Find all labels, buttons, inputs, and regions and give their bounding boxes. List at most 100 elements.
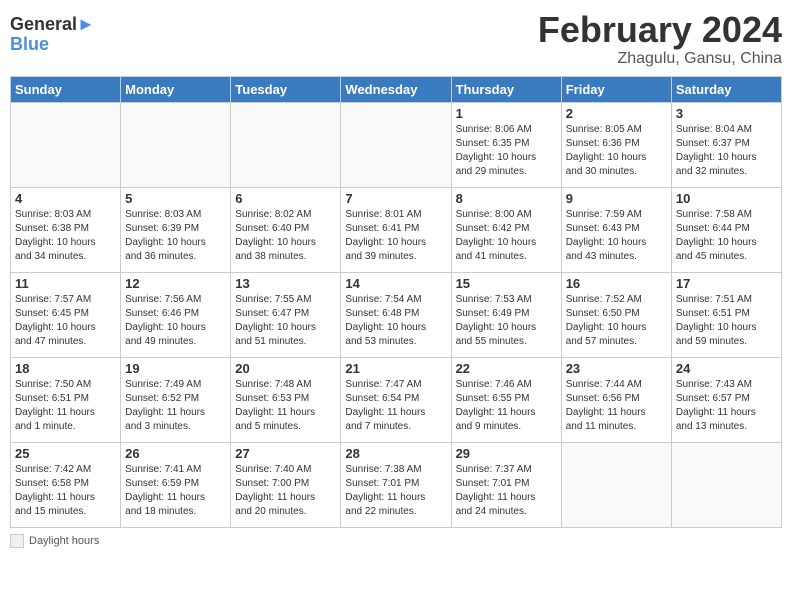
day-info: Sunrise: 7:57 AM Sunset: 6:45 PM Dayligh… <box>15 293 116 349</box>
day-info: Sunrise: 7:50 AM Sunset: 6:51 PM Dayligh… <box>15 378 116 434</box>
day-number: 25 <box>15 446 116 461</box>
calendar-cell: 2Sunrise: 8:05 AM Sunset: 6:36 PM Daylig… <box>561 102 671 187</box>
calendar-cell <box>121 102 231 187</box>
calendar-cell: 13Sunrise: 7:55 AM Sunset: 6:47 PM Dayli… <box>231 272 341 357</box>
calendar-cell: 15 Sunrise: 7:53 AM Sunset: 6:49 PM Dayli… <box>451 272 561 357</box>
logo-subtext: Blue <box>10 35 95 55</box>
calendar-cell: 20Sunrise: 7:48 AM Sunset: 6:53 PM Dayli… <box>231 357 341 442</box>
day-number: 12 <box>125 276 226 291</box>
calendar-cell: 19Sunrise: 7:49 AM Sunset: 6:52 PM Dayli… <box>121 357 231 442</box>
calendar-cell: 10 Sunrise: 7:58 AM Sunset: 6:44 PM Dayli… <box>671 187 781 272</box>
day-of-week-header: Thursday <box>451 76 561 102</box>
day-number: 1 <box>456 106 557 121</box>
day-info: Sunrise: 7:52 AM Sunset: 6:50 PM Dayligh… <box>566 293 667 349</box>
day-info: Sunrise: 8:00 AM Sunset: 6:42 PM Dayligh… <box>456 208 557 264</box>
calendar-cell: 14 Sunrise: 7:54 AM Sunset: 6:48 PM Dayli… <box>341 272 451 357</box>
calendar-cell: 23 Sunrise: 7:44 AM Sunset: 6:56 PM Dayli… <box>561 357 671 442</box>
day-number: 21 <box>345 361 446 376</box>
day-info: Sunrise: 7:37 AM Sunset: 7:01 PM Dayligh… <box>456 463 557 519</box>
day-info: Sunrise: 8:04 AM Sunset: 6:37 PM Dayligh… <box>676 123 777 179</box>
calendar-cell: 27 Sunrise: 7:40 AM Sunset: 7:00 PM Dayli… <box>231 442 341 527</box>
day-info: Sunrise: 8:06 AM Sunset: 6:35 PM Dayligh… <box>456 123 557 179</box>
day-of-week-header: Sunday <box>11 76 121 102</box>
calendar-cell: 1 Sunrise: 8:06 AM Sunset: 6:35 PM Daylig… <box>451 102 561 187</box>
day-number: 27 <box>235 446 336 461</box>
legend: Daylight hours <box>10 534 782 548</box>
day-number: 29 <box>456 446 557 461</box>
month-title: February 2024 <box>538 10 782 50</box>
day-info: Sunrise: 7:41 AM Sunset: 6:59 PM Dayligh… <box>125 463 226 519</box>
day-info: Sunrise: 7:43 AM Sunset: 6:57 PM Dayligh… <box>676 378 777 434</box>
calendar-cell: 3 Sunrise: 8:04 AM Sunset: 6:37 PM Daylig… <box>671 102 781 187</box>
calendar-cell <box>671 442 781 527</box>
day-info: Sunrise: 8:03 AM Sunset: 6:39 PM Dayligh… <box>125 208 226 264</box>
legend-label: Daylight hours <box>29 535 99 547</box>
day-number: 4 <box>15 191 116 206</box>
day-info: Sunrise: 8:02 AM Sunset: 6:40 PM Dayligh… <box>235 208 336 264</box>
day-info: Sunrise: 7:53 AM Sunset: 6:49 PM Dayligh… <box>456 293 557 349</box>
calendar-cell: 24 Sunrise: 7:43 AM Sunset: 6:57 PM Dayli… <box>671 357 781 442</box>
logo-text: General► <box>10 15 95 35</box>
day-info: Sunrise: 7:51 AM Sunset: 6:51 PM Dayligh… <box>676 293 777 349</box>
legend-box <box>10 534 24 548</box>
day-number: 17 <box>676 276 777 291</box>
location: Zhagulu, Gansu, China <box>538 50 782 68</box>
day-number: 16 <box>566 276 667 291</box>
title-block: February 2024 Zhagulu, Gansu, China <box>538 10 782 68</box>
day-info: Sunrise: 7:55 AM Sunset: 6:47 PM Dayligh… <box>235 293 336 349</box>
day-number: 6 <box>235 191 336 206</box>
calendar-cell: 18 Sunrise: 7:50 AM Sunset: 6:51 PM Dayli… <box>11 357 121 442</box>
day-info: Sunrise: 7:58 AM Sunset: 6:44 PM Dayligh… <box>676 208 777 264</box>
calendar-cell: 29 Sunrise: 7:37 AM Sunset: 7:01 PM Dayli… <box>451 442 561 527</box>
day-info: Sunrise: 7:40 AM Sunset: 7:00 PM Dayligh… <box>235 463 336 519</box>
day-number: 18 <box>15 361 116 376</box>
day-number: 9 <box>566 191 667 206</box>
day-info: Sunrise: 8:01 AM Sunset: 6:41 PM Dayligh… <box>345 208 446 264</box>
calendar-cell: 28 Sunrise: 7:38 AM Sunset: 7:01 PM Dayli… <box>341 442 451 527</box>
calendar-cell <box>11 102 121 187</box>
day-info: Sunrise: 7:38 AM Sunset: 7:01 PM Dayligh… <box>345 463 446 519</box>
day-info: Sunrise: 7:47 AM Sunset: 6:54 PM Dayligh… <box>345 378 446 434</box>
calendar-cell <box>341 102 451 187</box>
day-number: 20 <box>235 361 336 376</box>
logo: General► Blue <box>10 15 95 55</box>
day-number: 7 <box>345 191 446 206</box>
day-number: 23 <box>566 361 667 376</box>
calendar-cell: 25 Sunrise: 7:42 AM Sunset: 6:58 PM Dayli… <box>11 442 121 527</box>
day-info: Sunrise: 8:03 AM Sunset: 6:38 PM Dayligh… <box>15 208 116 264</box>
calendar-cell: 16 Sunrise: 7:52 AM Sunset: 6:50 PM Dayli… <box>561 272 671 357</box>
calendar-cell: 4 Sunrise: 8:03 AM Sunset: 6:38 PM Daylig… <box>11 187 121 272</box>
calendar-cell <box>231 102 341 187</box>
day-of-week-header: Monday <box>121 76 231 102</box>
calendar-table: SundayMondayTuesdayWednesdayThursdayFrid… <box>10 76 782 528</box>
day-number: 28 <box>345 446 446 461</box>
calendar-cell <box>561 442 671 527</box>
calendar-cell: 11 Sunrise: 7:57 AM Sunset: 6:45 PM Dayli… <box>11 272 121 357</box>
day-info: Sunrise: 7:44 AM Sunset: 6:56 PM Dayligh… <box>566 378 667 434</box>
day-info: Sunrise: 7:42 AM Sunset: 6:58 PM Dayligh… <box>15 463 116 519</box>
day-info: Sunrise: 7:46 AM Sunset: 6:55 PM Dayligh… <box>456 378 557 434</box>
calendar-cell: 7 Sunrise: 8:01 AM Sunset: 6:41 PM Daylig… <box>341 187 451 272</box>
day-number: 15 <box>456 276 557 291</box>
day-number: 3 <box>676 106 777 121</box>
day-of-week-header: Wednesday <box>341 76 451 102</box>
page-header: General► Blue February 2024 Zhagulu, Gan… <box>10 10 782 68</box>
calendar-cell: 22 Sunrise: 7:46 AM Sunset: 6:55 PM Dayli… <box>451 357 561 442</box>
day-of-week-header: Saturday <box>671 76 781 102</box>
day-number: 5 <box>125 191 226 206</box>
day-number: 24 <box>676 361 777 376</box>
day-number: 19 <box>125 361 226 376</box>
day-info: Sunrise: 7:54 AM Sunset: 6:48 PM Dayligh… <box>345 293 446 349</box>
day-number: 10 <box>676 191 777 206</box>
calendar-cell: 21 Sunrise: 7:47 AM Sunset: 6:54 PM Dayli… <box>341 357 451 442</box>
calendar-cell: 17 Sunrise: 7:51 AM Sunset: 6:51 PM Dayli… <box>671 272 781 357</box>
day-number: 11 <box>15 276 116 291</box>
day-number: 26 <box>125 446 226 461</box>
day-info: Sunrise: 7:59 AM Sunset: 6:43 PM Dayligh… <box>566 208 667 264</box>
day-number: 14 <box>345 276 446 291</box>
day-of-week-header: Tuesday <box>231 76 341 102</box>
calendar-cell: 9 Sunrise: 7:59 AM Sunset: 6:43 PM Daylig… <box>561 187 671 272</box>
day-number: 22 <box>456 361 557 376</box>
day-number: 8 <box>456 191 557 206</box>
day-info: Sunrise: 7:56 AM Sunset: 6:46 PM Dayligh… <box>125 293 226 349</box>
